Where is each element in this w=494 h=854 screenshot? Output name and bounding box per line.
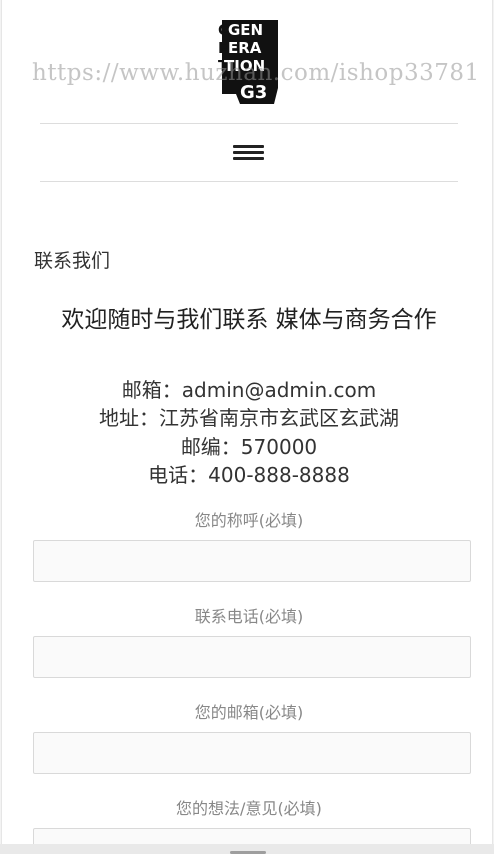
page-container: GEN ERA TION G3 GEN ERA TION https://www… [1,0,493,854]
header-divider-bottom [40,181,458,182]
name-input[interactable] [33,540,471,582]
watermark-text: https://www.huzhan.com/ishop33781 [32,60,480,86]
contact-address: 地址：江苏省南京市玄武区玄武湖 [99,406,399,430]
name-field-label: 您的称呼(必填) [194,511,304,530]
email-field-label: 您的邮箱(必填) [194,703,304,722]
svg-text:GEN: GEN [228,21,263,39]
email-input[interactable] [33,732,471,774]
hamburger-menu-icon[interactable] [231,142,267,164]
svg-text:ERA: ERA [228,39,262,57]
header-divider-top [40,123,458,124]
contact-headline: 欢迎随时与我们联系 媒体与商务合作 [61,307,437,333]
page-title: 联系我们 [34,250,111,272]
phone-field-label: 联系电话(必填) [194,607,304,626]
phone-input[interactable] [33,636,471,678]
contact-phone: 电话：400-888-8888 [148,463,350,487]
contact-email: 邮箱：admin@admin.com [121,378,377,402]
message-field-label: 您的想法/意见(必填) [176,799,322,818]
contact-zip: 邮编：570000 [180,435,318,459]
